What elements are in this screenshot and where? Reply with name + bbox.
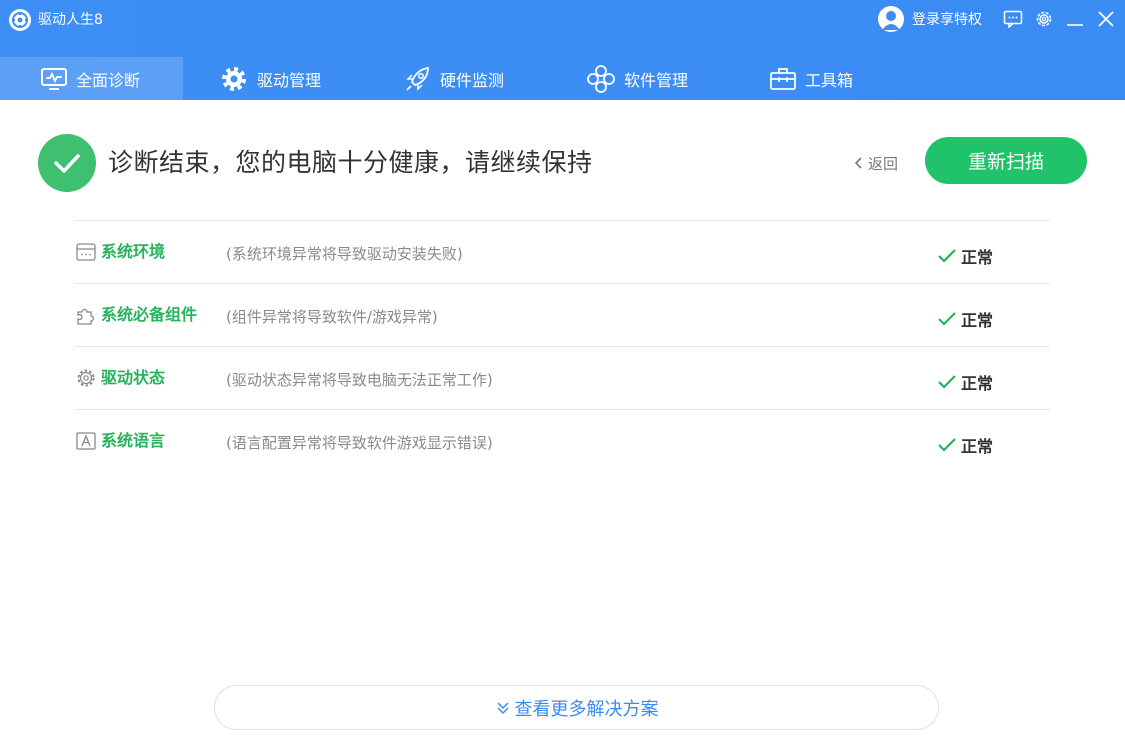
success-check-icon xyxy=(38,134,96,192)
check-name: 系统必备组件 xyxy=(101,305,198,324)
check-description: (驱动状态异常将导致电脑无法正常工作) xyxy=(226,371,493,389)
check-name: 驱动状态 xyxy=(101,368,166,387)
status-normal: 正常 xyxy=(937,307,993,331)
status-label: 正常 xyxy=(961,437,994,456)
app-title: 驱动人生8 xyxy=(38,12,103,28)
user-login[interactable]: 登录享特权 xyxy=(878,6,982,32)
chevron-double-down-icon xyxy=(496,701,509,714)
more-solutions-button[interactable]: 查看更多解决方案 xyxy=(214,685,939,730)
check-name: 系统语言 xyxy=(101,431,166,450)
check-name: 系统环境 xyxy=(101,242,166,261)
checkmark-icon xyxy=(938,249,956,263)
tab-label: 工具箱 xyxy=(805,70,854,90)
rocket-icon xyxy=(406,66,429,91)
tab-label: 硬件监测 xyxy=(440,70,505,90)
checkmark-icon xyxy=(938,312,956,326)
app-logo-icon xyxy=(9,9,31,31)
check-description: (系统环境异常将导致驱动安装失败) xyxy=(226,245,463,263)
rescan-button[interactable]: 重新扫描 xyxy=(925,137,1087,184)
check-description: (组件异常将导致软件/游戏异常) xyxy=(226,308,438,326)
chevron-left-icon xyxy=(854,157,862,169)
list-item: 系统必备组件 (组件异常将导致软件/游戏异常) 正常 xyxy=(75,283,1050,346)
back-label: 返回 xyxy=(868,154,899,173)
settings-icon[interactable] xyxy=(1033,8,1055,30)
status-normal: 正常 xyxy=(937,370,993,394)
tab-software-management[interactable]: 软件管理 xyxy=(586,57,688,100)
window-icon xyxy=(75,241,97,263)
avatar-icon xyxy=(878,6,904,32)
tab-hardware-monitor[interactable]: 硬件监测 xyxy=(404,57,504,100)
title-bar: 驱动人生8 登录享特权 全面诊断 驱动管理 硬件监测 软件管理 工具箱 xyxy=(0,0,1125,100)
status-label: 正常 xyxy=(961,374,994,393)
checkmark-icon xyxy=(938,375,956,389)
gear-icon xyxy=(75,367,97,389)
status-label: 正常 xyxy=(961,311,994,330)
result-title: 诊断结束，您的电脑十分健康，请继续保持 xyxy=(108,148,593,177)
tab-toolbox[interactable]: 工具箱 xyxy=(769,57,853,100)
list-item: 系统环境 (系统环境异常将导致驱动安装失败) 正常 xyxy=(75,220,1050,283)
check-description: (语言配置异常将导致软件游戏显示错误) xyxy=(226,434,493,452)
status-normal: 正常 xyxy=(937,244,993,268)
apps-icon xyxy=(587,64,615,93)
toolbox-icon xyxy=(770,67,796,90)
list-item: 驱动状态 (驱动状态异常将导致电脑无法正常工作) 正常 xyxy=(75,346,1050,409)
tab-label: 驱动管理 xyxy=(257,70,322,90)
language-icon xyxy=(75,430,97,452)
check-list: 系统环境 (系统环境异常将导致驱动安装失败) 正常 系统必备组件 (组件异常将导… xyxy=(75,220,1050,472)
puzzle-icon xyxy=(75,304,97,326)
more-solutions-label: 查看更多解决方案 xyxy=(514,698,659,720)
checkmark-icon xyxy=(938,438,956,452)
list-item: 系统语言 (语言配置异常将导致软件游戏显示错误) 正常 xyxy=(75,409,1050,472)
close-icon[interactable] xyxy=(1095,8,1117,30)
tab-label: 软件管理 xyxy=(624,70,689,90)
login-label: 登录享特权 xyxy=(912,12,982,28)
monitor-icon xyxy=(41,67,67,90)
tab-full-diagnosis[interactable]: 全面诊断 xyxy=(0,57,183,100)
status-label: 正常 xyxy=(961,248,994,267)
gear-icon xyxy=(222,66,246,91)
minimize-icon[interactable] xyxy=(1064,8,1086,30)
status-normal: 正常 xyxy=(937,433,993,457)
main-nav: 全面诊断 驱动管理 硬件监测 软件管理 工具箱 xyxy=(0,57,1125,100)
back-link[interactable]: 返回 xyxy=(852,150,898,176)
tab-label: 全面诊断 xyxy=(76,70,141,90)
feedback-icon[interactable] xyxy=(1002,8,1024,30)
tab-driver-management[interactable]: 驱动管理 xyxy=(219,57,321,100)
